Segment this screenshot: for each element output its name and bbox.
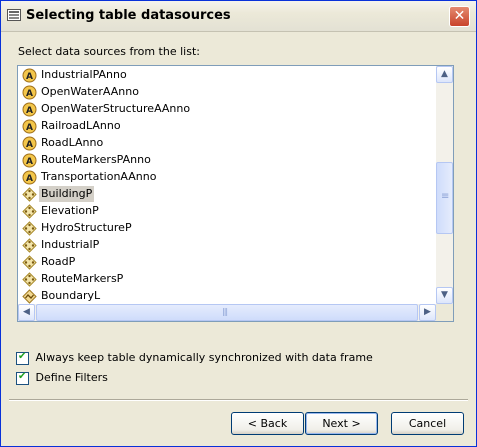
point-layer-icon bbox=[22, 186, 37, 202]
point-layer-icon bbox=[22, 254, 37, 270]
svg-text:A: A bbox=[26, 123, 33, 133]
sync-option[interactable]: Always keep table dynamically synchroniz… bbox=[16, 350, 373, 365]
list-item-label: RoadLAnno bbox=[41, 136, 104, 149]
annotation-icon: A bbox=[22, 136, 37, 151]
datasource-list[interactable]: A IndustrialPAnno A OpenWaterAAnno A OpenWate… bbox=[17, 65, 454, 322]
list-item[interactable]: A OpenWaterStructureAAnno bbox=[22, 101, 192, 117]
list-item[interactable]: A RouteMarkersPAnno bbox=[22, 152, 153, 168]
table-icon bbox=[7, 9, 21, 21]
list-item-label: RouteMarkersP bbox=[41, 272, 124, 285]
filters-option[interactable]: Define Filters bbox=[16, 370, 108, 385]
list-item[interactable]: A RailroadLAnno bbox=[22, 118, 123, 134]
filters-checkbox-label[interactable]: Define Filters bbox=[36, 371, 108, 384]
divider bbox=[9, 399, 468, 401]
annotation-icon: A bbox=[22, 170, 37, 185]
window-title: Selecting table datasources bbox=[26, 8, 231, 23]
list-item[interactable]: RouteMarkersP bbox=[22, 271, 125, 287]
cancel-button[interactable]: Cancel bbox=[391, 412, 464, 435]
svg-text:A: A bbox=[26, 72, 33, 82]
list-item-label: IndustrialPAnno bbox=[41, 68, 127, 81]
horizontal-scrollbar[interactable]: ◀ ▶ bbox=[18, 304, 436, 321]
list-item[interactable]: HydroStructureP bbox=[22, 220, 134, 236]
svg-text:A: A bbox=[26, 157, 33, 167]
list-item[interactable]: BuildingP bbox=[22, 186, 95, 202]
list-item-label: HydroStructureP bbox=[41, 221, 132, 234]
list-item-label: BoundaryL bbox=[41, 289, 101, 302]
scroll-up-icon[interactable]: ▲ bbox=[436, 66, 453, 83]
list-item[interactable]: A IndustrialPAnno bbox=[22, 67, 129, 83]
list-item[interactable]: ElevationP bbox=[22, 203, 101, 219]
scroll-left-icon[interactable]: ◀ bbox=[18, 304, 35, 321]
list-item-label: OpenWaterStructureAAnno bbox=[41, 102, 191, 115]
list-item-label: OpenWaterAAnno bbox=[41, 85, 139, 98]
svg-text:A: A bbox=[26, 174, 33, 184]
annotation-icon: A bbox=[22, 119, 37, 134]
vertical-scrollbar[interactable]: ▲ ▼ bbox=[436, 66, 453, 304]
point-layer-icon bbox=[22, 220, 37, 236]
scroll-right-icon[interactable]: ▶ bbox=[419, 304, 436, 321]
point-layer-icon bbox=[22, 203, 37, 219]
list-item-label: IndustrialP bbox=[41, 238, 100, 251]
list-item-label: TransportationAAnno bbox=[41, 170, 157, 183]
vertical-scroll-thumb[interactable] bbox=[436, 162, 453, 234]
filters-checkbox[interactable] bbox=[16, 370, 29, 385]
scrollbar-corner bbox=[436, 304, 453, 321]
list-item-label: RouteMarkersPAnno bbox=[41, 153, 151, 166]
point-layer-icon bbox=[22, 271, 37, 287]
close-button[interactable]: ✕ bbox=[449, 6, 470, 27]
back-button[interactable]: < Back bbox=[231, 412, 304, 435]
list-item[interactable]: A TransportationAAnno bbox=[22, 169, 158, 185]
annotation-icon: A bbox=[22, 85, 37, 100]
list-item[interactable]: BoundaryL bbox=[22, 288, 102, 304]
list-item-label: RoadP bbox=[41, 255, 76, 268]
scroll-down-icon[interactable]: ▼ bbox=[436, 287, 453, 304]
list-item[interactable]: IndustrialP bbox=[22, 237, 101, 253]
dialog-window: Selecting table datasources ✕ Select dat… bbox=[0, 0, 477, 447]
svg-text:A: A bbox=[26, 140, 33, 150]
list-item[interactable]: A OpenWaterAAnno bbox=[22, 84, 141, 100]
line-layer-icon bbox=[22, 288, 37, 304]
list-prompt: Select data sources from the list: bbox=[18, 45, 200, 58]
horizontal-scroll-thumb[interactable] bbox=[36, 304, 418, 321]
sync-checkbox-label[interactable]: Always keep table dynamically synchroniz… bbox=[36, 351, 373, 364]
annotation-icon: A bbox=[22, 102, 37, 117]
svg-text:A: A bbox=[26, 106, 33, 116]
svg-text:A: A bbox=[26, 89, 33, 99]
annotation-icon: A bbox=[22, 153, 37, 168]
list-item-label: ElevationP bbox=[41, 204, 99, 217]
list-item[interactable]: RoadP bbox=[22, 254, 77, 270]
list-item[interactable]: A RoadLAnno bbox=[22, 135, 105, 151]
sync-checkbox[interactable] bbox=[16, 350, 29, 365]
point-layer-icon bbox=[22, 237, 37, 253]
title-bar[interactable]: Selecting table datasources ✕ bbox=[1, 1, 476, 32]
list-item-label: RailroadLAnno bbox=[41, 119, 121, 132]
list-item-label: BuildingP bbox=[39, 186, 95, 202]
annotation-icon: A bbox=[22, 68, 37, 83]
next-button[interactable]: Next > bbox=[305, 412, 378, 435]
